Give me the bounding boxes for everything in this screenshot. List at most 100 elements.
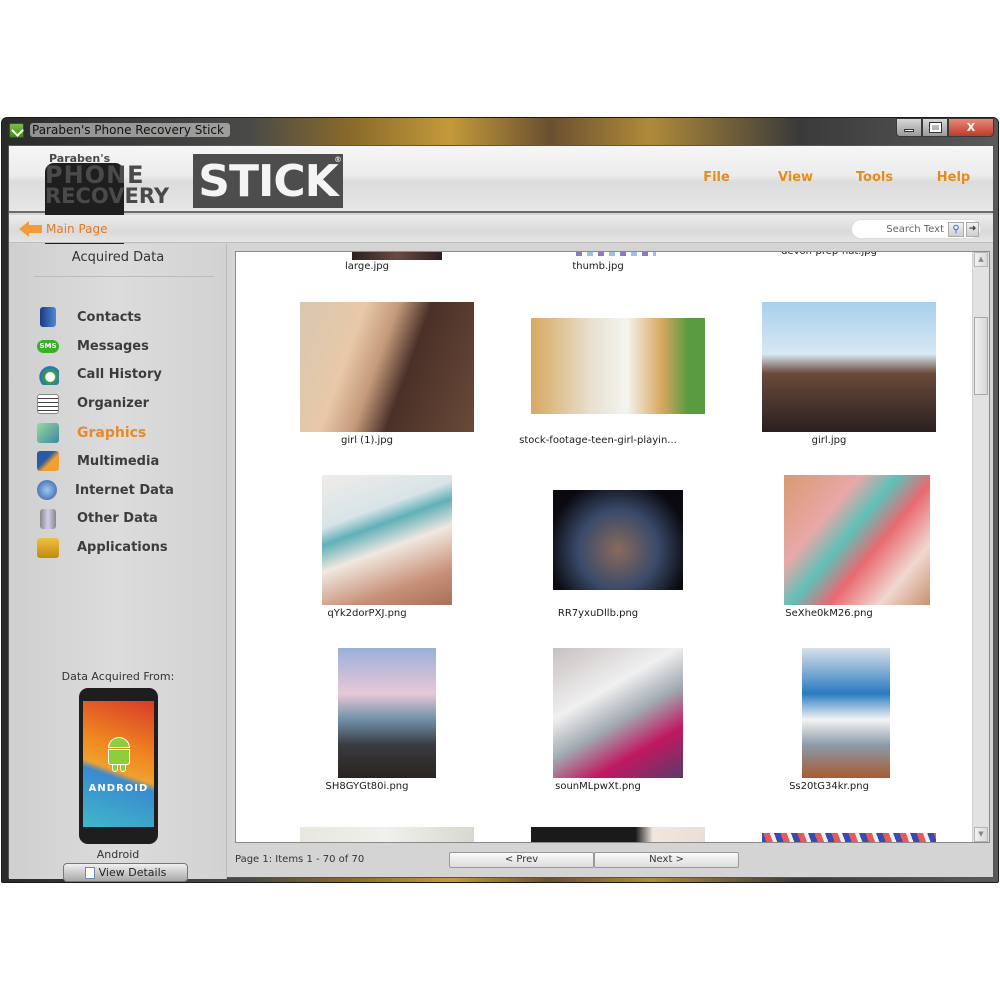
sidebar-item-multimedia[interactable]: Multimedia xyxy=(37,447,174,476)
sidebar-item-label: Multimedia xyxy=(77,453,160,469)
thumbnail-image[interactable] xyxy=(322,475,452,605)
view-details-label: View Details xyxy=(98,866,167,879)
device-screen: ANDROID xyxy=(83,701,154,827)
robot-head xyxy=(108,737,130,748)
menu-bar: File View Tools Help xyxy=(677,170,993,185)
sidebar-item-call-history[interactable]: Call History xyxy=(37,361,174,390)
thumbnail-filename: thumb.jpg xyxy=(572,261,624,272)
device-name: Android xyxy=(96,848,140,861)
thumbnail-image[interactable] xyxy=(762,833,936,842)
page-info: Page 1: Items 1 - 70 of 70 xyxy=(235,854,365,865)
vertical-scrollbar[interactable]: ▲ ▼ xyxy=(972,252,989,842)
sidebar-item-internet-data[interactable]: Internet Data xyxy=(37,476,174,505)
database-icon xyxy=(40,508,56,529)
close-icon: X xyxy=(966,121,976,134)
scroll-thumb[interactable] xyxy=(974,317,988,395)
logo-stick-badge: STICK ® xyxy=(193,154,343,208)
title-bar[interactable]: Paraben's Phone Recovery Stick X xyxy=(2,118,998,144)
call-history-icon xyxy=(37,364,59,385)
sidebar-title: Acquired Data xyxy=(71,250,165,265)
thumbnail-image[interactable] xyxy=(762,302,936,432)
thumbnail-filename: girl (1).jpg xyxy=(340,435,393,446)
menu-file[interactable]: File xyxy=(677,170,756,185)
contacts-icon xyxy=(40,307,56,328)
client-area: Paraben's PHONE RECOVERY STICK ® File Vi… xyxy=(8,145,995,882)
minimize-icon xyxy=(904,129,914,132)
logo: Paraben's PHONE RECOVERY STICK ® xyxy=(45,152,345,319)
sms-icon: SMS xyxy=(37,339,59,353)
app-window: Paraben's Phone Recovery Stick X Paraben… xyxy=(1,117,999,883)
sidebar-item-graphics[interactable]: Graphics xyxy=(37,418,174,447)
sidebar-item-label: Contacts xyxy=(77,309,142,325)
thumbnail-filename: RR7yxuDllb.png xyxy=(557,608,639,619)
thumbnail-filename: SeXhe0kM26.png xyxy=(785,608,873,619)
globe-icon xyxy=(37,480,57,501)
navigation-bar: Main Page ⚲ ➜ xyxy=(9,215,993,243)
app-icon xyxy=(9,123,24,138)
sidebar-divider xyxy=(34,276,214,277)
main-page-label: Main Page xyxy=(46,222,108,236)
sidebar-item-other-data[interactable]: Other Data xyxy=(37,505,174,534)
menu-tools[interactable]: Tools xyxy=(835,170,914,185)
thumbnail-filename: sounMLpwXt.png xyxy=(555,781,641,792)
scroll-down-button[interactable]: ▼ xyxy=(974,827,988,842)
minimize-button[interactable] xyxy=(896,118,922,137)
thumbnail-image[interactable] xyxy=(576,252,656,256)
sidebar-item-label: Messages xyxy=(77,338,149,354)
search-button[interactable]: ⚲ xyxy=(948,222,964,237)
thumbnail-image[interactable] xyxy=(300,827,474,842)
arrow-up-icon: ▲ xyxy=(978,255,984,263)
status-bar: Page 1: Items 1 - 70 of 70 < Prev Next > xyxy=(227,844,995,879)
android-wordmark: ANDROID xyxy=(88,783,149,794)
sidebar-item-contacts[interactable]: Contacts xyxy=(37,303,174,332)
sidebar-item-label: Applications xyxy=(77,540,168,556)
prev-page-button[interactable]: < Prev xyxy=(449,852,594,868)
maximize-button[interactable] xyxy=(922,118,948,137)
search-box: ⚲ ➜ xyxy=(851,219,981,239)
robot-leg xyxy=(112,764,118,772)
sidebar-nav: Contacts SMS Messages Call History Organ… xyxy=(37,303,174,562)
thumbnail-filename: large.jpg xyxy=(345,261,389,272)
maximize-icon xyxy=(928,122,942,133)
close-button[interactable]: X xyxy=(948,118,994,137)
magnifier-icon: ⚲ xyxy=(952,224,960,235)
graphics-icon xyxy=(37,422,59,443)
thumbnail-image[interactable] xyxy=(802,648,890,778)
sidebar-item-applications[interactable]: Applications xyxy=(37,533,174,562)
thumbnail-image[interactable] xyxy=(352,252,442,260)
window-title: Paraben's Phone Recovery Stick xyxy=(30,123,230,137)
device-image: ANDROID xyxy=(79,688,158,844)
thumbnail-image[interactable] xyxy=(300,302,474,432)
document-search-icon xyxy=(84,866,95,879)
logo-stick-text: STICK xyxy=(198,155,338,207)
view-details-button[interactable]: View Details xyxy=(63,863,188,882)
sidebar-item-label: Organizer xyxy=(77,396,150,412)
gallery-panel: large.jpg thumb.jpg devon-prep-hat.jpg girl… xyxy=(235,251,990,843)
header: Paraben's PHONE RECOVERY STICK ® File Vi… xyxy=(9,146,993,319)
robot-leg xyxy=(120,764,126,772)
logo-recovery-text: RECOVERY xyxy=(45,184,170,208)
search-input[interactable] xyxy=(860,222,944,237)
arrow-down-icon: ▼ xyxy=(978,830,984,838)
sidebar-item-label: Other Data xyxy=(77,511,158,527)
acquired-from-label: Data Acquired From: xyxy=(61,670,175,683)
menu-help[interactable]: Help xyxy=(914,170,993,185)
thumbnail-image[interactable] xyxy=(553,648,683,778)
thumbnail-image[interactable] xyxy=(784,475,930,605)
thumbnail-image[interactable] xyxy=(338,648,436,778)
scroll-up-button[interactable]: ▲ xyxy=(974,252,988,267)
thumbnail-image[interactable] xyxy=(531,318,705,414)
window-controls: X xyxy=(896,118,994,137)
menu-view[interactable]: View xyxy=(756,170,835,185)
sidebar-item-organizer[interactable]: Organizer xyxy=(37,389,174,418)
sidebar: Acquired Data Contacts SMS Messages Call… xyxy=(9,244,227,882)
thumbnail-filename: Ss20tG34kr.png xyxy=(789,781,869,792)
thumbnail-image[interactable] xyxy=(531,827,705,842)
main-page-link[interactable]: Main Page xyxy=(19,221,108,237)
android-robot-icon xyxy=(105,737,133,773)
thumbnail-filename: stock-footage-teen-girl-playin... xyxy=(519,435,677,446)
sidebar-item-messages[interactable]: SMS Messages xyxy=(37,332,174,361)
thumbnail-image[interactable] xyxy=(553,490,683,590)
next-page-button[interactable]: Next > xyxy=(594,852,739,868)
go-button[interactable]: ➜ xyxy=(966,222,979,237)
